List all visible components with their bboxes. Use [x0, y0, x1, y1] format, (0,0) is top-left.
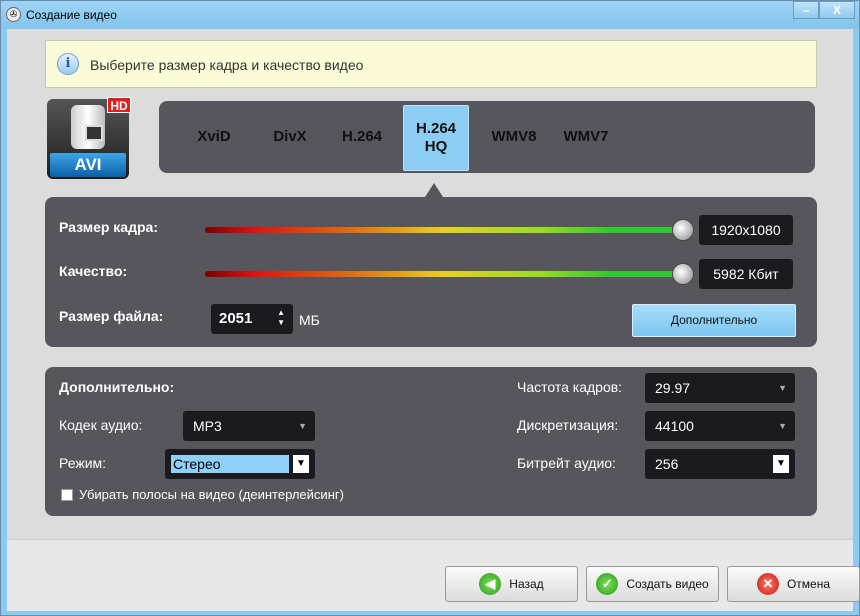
audio-codec-select[interactable]: MP3 ▼ [183, 411, 315, 441]
codec-divx[interactable]: DivX [257, 101, 323, 173]
file-size-value: 2051 [219, 310, 252, 327]
codec-wmv7[interactable]: WMV7 [553, 101, 619, 173]
audio-bitrate-label: Битрейт аудио: [517, 455, 616, 471]
create-video-button[interactable]: ✓ Создать видео [586, 566, 719, 602]
file-size-unit: МБ [299, 312, 320, 328]
minimize-button[interactable]: – [793, 1, 819, 19]
quality-value: 5982 Кбит [699, 259, 793, 289]
codec-h264-hq-label: H.264 HQ [411, 120, 461, 156]
audio-codec-value: MP3 [193, 418, 222, 434]
file-size-spinner[interactable]: 2051 ▲▼ [211, 304, 293, 334]
info-text: Выберите размер кадра и качество видео [90, 57, 363, 73]
format-icon-avi[interactable]: HD AVI [47, 99, 129, 179]
advanced-title: Дополнительно: [59, 379, 174, 395]
mode-select[interactable]: Стерео ▼ [165, 449, 315, 479]
sample-rate-value: 44100 [655, 418, 694, 434]
window-title: Создание видео [26, 8, 117, 22]
video-settings-panel: Размер кадра: 1920x1080 Качество: 5982 К… [45, 197, 817, 347]
sample-rate-label: Дискретизация: [517, 417, 618, 433]
hd-badge: HD [107, 97, 131, 113]
quality-slider[interactable] [205, 271, 683, 277]
audio-bitrate-select[interactable]: 256 ▼ [645, 449, 795, 479]
cancel-button[interactable]: ✕ Отмена [727, 566, 860, 602]
chevron-down-icon: ▼ [773, 455, 789, 473]
deinterlace-checkbox[interactable] [61, 489, 73, 501]
file-size-label: Размер файла: [59, 308, 163, 324]
deinterlace-label[interactable]: Убирать полосы на видео (деинтерлейсинг) [79, 487, 344, 502]
format-label: AVI [50, 153, 126, 177]
create-label: Создать видео [626, 577, 708, 591]
chevron-down-icon: ▼ [778, 411, 787, 441]
codec-xvid[interactable]: XviD [181, 101, 247, 173]
arrow-left-icon: ◀ [479, 573, 501, 595]
fps-select[interactable]: 29.97 ▼ [645, 373, 795, 403]
title-bar: ✇ Создание видео – X [1, 1, 859, 29]
codec-h264[interactable]: H.264 [329, 101, 395, 173]
quality-slider-thumb[interactable] [672, 263, 694, 285]
button-bar: ◀ Назад ✓ Создать видео ✕ Отмена [7, 539, 853, 611]
info-icon: i [57, 53, 79, 75]
checkmark-icon: ✓ [596, 573, 618, 595]
cancel-label: Отмена [787, 577, 830, 591]
codec-selector: XviD DivX H.264 H.264 HQ WMV8 WMV7 [159, 101, 815, 173]
chevron-down-icon: ▼ [778, 373, 787, 403]
app-icon: ✇ [6, 7, 21, 22]
chevron-down-icon: ▼ [298, 411, 307, 441]
sample-rate-select[interactable]: 44100 ▼ [645, 411, 795, 441]
advanced-button[interactable]: Дополнительно [632, 304, 796, 337]
window: ✇ Создание видео – X i Выберите размер к… [0, 0, 860, 616]
frame-size-slider-thumb[interactable] [672, 219, 694, 241]
advanced-panel: Дополнительно: Кодек аудио: MP3 ▼ Режим:… [45, 367, 817, 516]
back-button[interactable]: ◀ Назад [445, 566, 578, 602]
chevron-down-icon: ▼ [293, 455, 309, 473]
mode-value: Стерео [171, 455, 289, 473]
codec-wmv8[interactable]: WMV8 [481, 101, 547, 173]
dialog-body: i Выберите размер кадра и качество видео… [7, 29, 853, 611]
audio-bitrate-value: 256 [655, 456, 678, 472]
spinner-arrows-icon[interactable]: ▲▼ [277, 308, 285, 328]
fps-value: 29.97 [655, 380, 690, 396]
mode-label: Режим: [59, 455, 106, 471]
cancel-icon: ✕ [757, 573, 779, 595]
info-banner: i Выберите размер кадра и качество видео [45, 40, 817, 88]
audio-codec-label: Кодек аудио: [59, 417, 142, 433]
frame-size-slider[interactable] [205, 227, 683, 233]
fps-label: Частота кадров: [517, 379, 622, 395]
back-label: Назад [509, 577, 543, 591]
quality-label: Качество: [59, 263, 127, 279]
camera-screen [85, 125, 103, 141]
codec-h264-hq[interactable]: H.264 HQ [403, 105, 469, 171]
selection-pointer [425, 183, 443, 197]
close-button[interactable]: X [819, 1, 855, 19]
frame-size-value: 1920x1080 [699, 215, 793, 245]
frame-size-label: Размер кадра: [59, 219, 158, 235]
